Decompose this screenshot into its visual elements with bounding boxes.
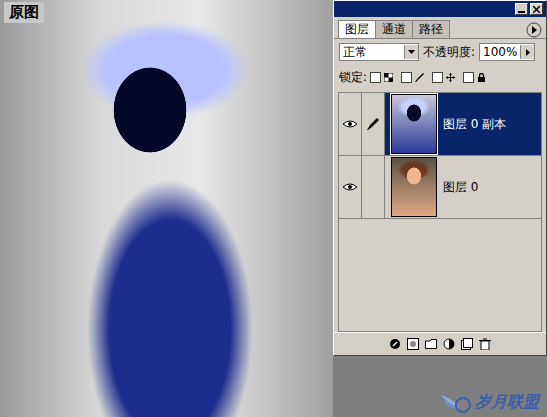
tab-bar: 图层通道路径 xyxy=(334,17,546,39)
layer-row[interactable]: 图层 0 xyxy=(339,156,541,219)
layer-thumbnail xyxy=(391,94,437,154)
panel-toolbar xyxy=(334,332,546,355)
layer-list: 图层 0 副本图层 0 xyxy=(338,92,542,332)
new-layer-icon[interactable] xyxy=(461,338,473,350)
watermark: 岁月联盟 xyxy=(439,391,539,413)
trash-icon[interactable] xyxy=(479,338,491,350)
lock-checkbox[interactable] xyxy=(432,72,443,83)
layer-style-icon[interactable] xyxy=(389,338,401,350)
brush-lock-icon xyxy=(415,73,424,82)
layer-row[interactable]: 图层 0 副本 xyxy=(339,93,541,156)
blend-mode-value: 正常 xyxy=(340,44,370,61)
close-button[interactable] xyxy=(530,3,543,15)
layer-thumbnail xyxy=(391,157,437,217)
lock-checkbox[interactable] xyxy=(401,72,412,83)
caption-label: 原图 xyxy=(4,2,44,23)
minimize-button[interactable] xyxy=(515,3,528,15)
adjustment-icon[interactable] xyxy=(443,338,455,350)
lock-checkbox[interactable] xyxy=(370,72,381,83)
layer-name: 图层 0 副本 xyxy=(443,116,506,133)
side-area: 图层通道路径正常 不透明度: 100% 锁定: 图层 0 副本图层 0 岁月联盟 xyxy=(333,0,547,417)
panel-tab[interactable]: 图层 xyxy=(338,20,376,38)
edit-cell[interactable] xyxy=(362,156,385,218)
panel-tab[interactable]: 路径 xyxy=(412,20,450,38)
opacity-slider-button[interactable] xyxy=(520,45,534,59)
opacity-field[interactable]: 100% xyxy=(479,43,535,61)
layer-name: 图层 0 xyxy=(443,179,478,196)
folder-icon[interactable] xyxy=(425,338,437,350)
mask-icon[interactable] xyxy=(407,338,419,350)
eye-icon[interactable] xyxy=(343,183,357,191)
layers-panel: 图层通道路径正常 不透明度: 100% 锁定: 图层 0 副本图层 0 xyxy=(333,0,547,356)
lock-all-icon xyxy=(477,73,486,82)
panel-title-bar[interactable] xyxy=(334,1,546,17)
watermark-text: 岁月联盟 xyxy=(475,392,539,413)
wings-logo-icon xyxy=(439,391,473,413)
move-lock-icon xyxy=(446,73,455,82)
close-icon xyxy=(533,6,540,13)
visibility-cell[interactable] xyxy=(339,156,362,218)
photo-canvas: 原图 xyxy=(0,0,333,417)
opacity-label: 不透明度: xyxy=(423,44,475,61)
arrow-right-icon xyxy=(526,49,530,56)
opacity-value: 100% xyxy=(480,45,520,59)
lock-label: 锁定: xyxy=(339,69,367,86)
dropdown-arrow-icon xyxy=(408,50,415,54)
lock-row: 锁定: xyxy=(334,65,546,90)
transparency-lock-icon xyxy=(384,73,393,82)
lock-checkbox[interactable] xyxy=(463,72,474,83)
minimize-icon xyxy=(518,6,525,13)
eye-icon[interactable] xyxy=(343,120,357,128)
dropdown-button[interactable] xyxy=(404,45,418,59)
workspace-background: 岁月联盟 xyxy=(333,356,547,417)
blend-mode-dropdown[interactable]: 正常 xyxy=(339,43,419,61)
edit-cell[interactable] xyxy=(362,93,385,155)
visibility-cell[interactable] xyxy=(339,93,362,155)
brush-icon xyxy=(367,118,379,130)
panel-tab[interactable]: 通道 xyxy=(375,20,413,38)
blend-row: 正常 不透明度: 100% xyxy=(334,39,546,65)
panel-menu-icon[interactable] xyxy=(526,22,542,38)
